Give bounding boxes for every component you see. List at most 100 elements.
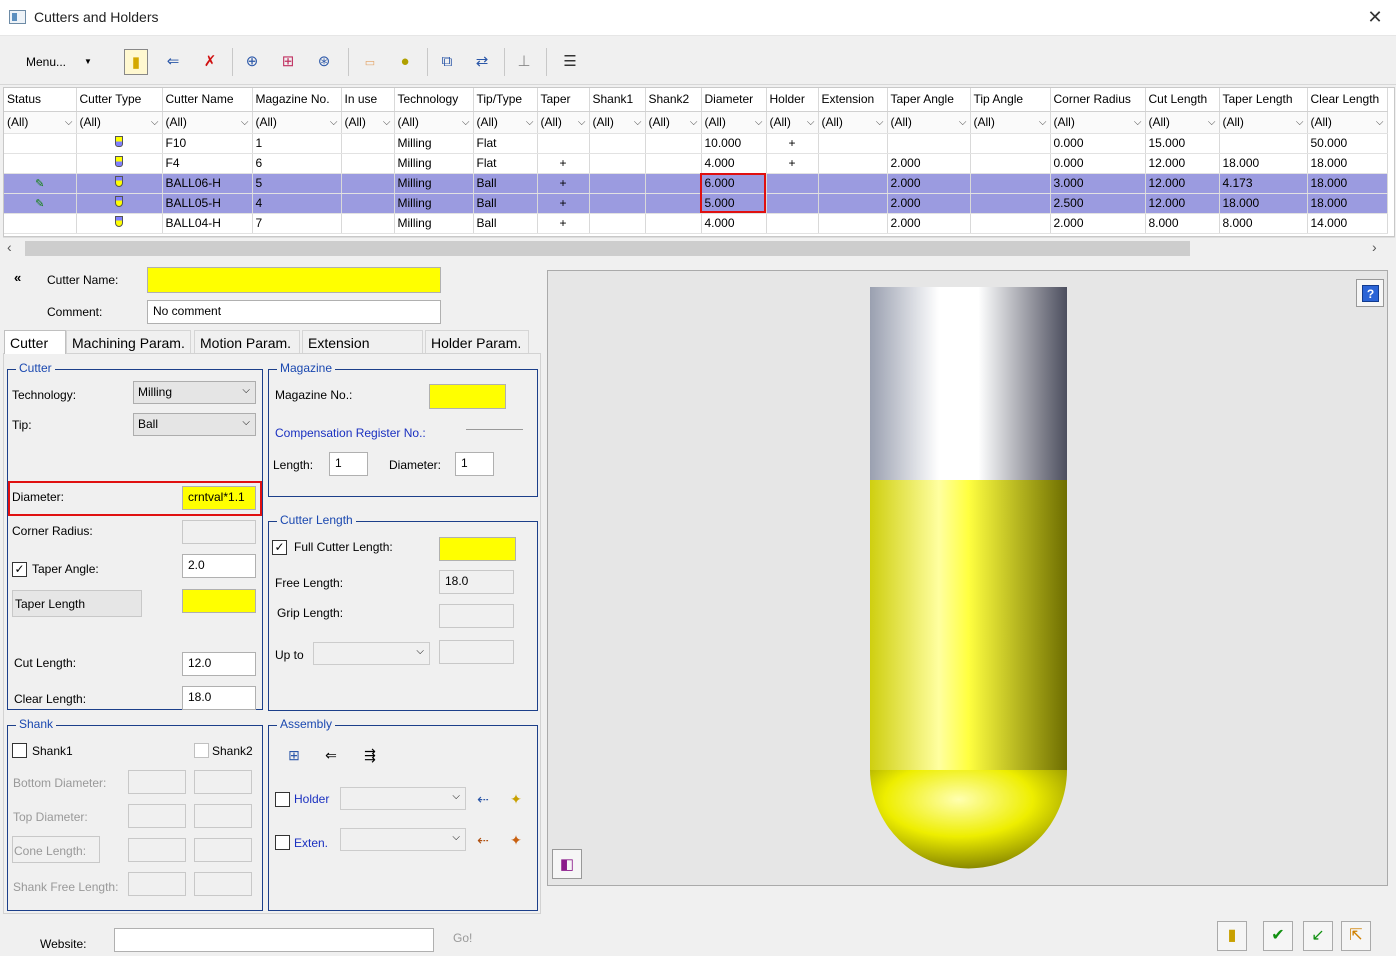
extension-checkbox[interactable] (275, 835, 290, 850)
column-filter[interactable]: (All) ⌵ (1145, 111, 1220, 134)
column-header[interactable]: Shank2 (645, 88, 702, 112)
column-header[interactable]: Cutter Type (76, 88, 163, 112)
column-filter[interactable]: (All) ⌵ (4, 111, 77, 134)
add-multi-cutter-icon[interactable]: ⊞ (276, 49, 300, 75)
column-filter[interactable]: (All) ⌵ (589, 111, 646, 134)
cone-length-button[interactable]: Cone Length: (12, 836, 100, 863)
table-row[interactable]: BALL04-H 7 Milling Ball +4.000 2.000 2.000 8.00… (4, 213, 1388, 234)
tip-select[interactable]: Ball ⌵ (133, 413, 256, 436)
column-filter[interactable]: (All) ⌵ (766, 111, 819, 134)
column-filter[interactable]: (All) ⌵ (645, 111, 702, 134)
comment-input[interactable]: No comment (147, 300, 441, 324)
up-to-select[interactable]: ⌵ (313, 642, 430, 665)
export-assembly-icon[interactable]: ⇶ (359, 744, 381, 766)
holder-select[interactable]: ⌵ (340, 787, 466, 810)
website-input[interactable] (114, 928, 434, 952)
taper-angle-checkbox[interactable]: ✓ (12, 562, 27, 577)
taper-length-button[interactable]: Taper Length (12, 590, 142, 617)
up-to-input[interactable] (439, 640, 514, 664)
scroll-right-icon[interactable]: › (1372, 239, 1377, 255)
column-filter[interactable]: (All) ⌵ (394, 111, 474, 134)
copy-cutter-icon[interactable]: ⧉ (435, 49, 459, 75)
column-header[interactable]: Taper (537, 88, 590, 112)
clear-length-input[interactable]: 18.0 (182, 686, 256, 710)
grip-length-input[interactable] (439, 604, 514, 628)
apply-check-icon[interactable]: ↙ (1303, 921, 1333, 951)
column-filter[interactable]: (All) ⌵ (537, 111, 590, 134)
column-header[interactable]: Holder (766, 88, 819, 112)
full-cutter-length-input[interactable] (439, 537, 516, 561)
shank1-checkbox[interactable] (12, 743, 27, 758)
top-diameter-input-1[interactable] (128, 804, 186, 828)
full-cutter-length-checkbox[interactable]: ✓ (272, 540, 287, 555)
free-length-input[interactable]: 18.0 (439, 570, 514, 594)
notes-icon[interactable]: ▭ (358, 49, 382, 75)
holder-checkbox[interactable] (275, 792, 290, 807)
shank2-checkbox[interactable] (194, 743, 209, 758)
swap-cutter-icon[interactable]: ⇄ (470, 49, 494, 75)
scroll-left-icon[interactable]: ‹ (7, 239, 12, 255)
column-header[interactable]: Extension (818, 88, 888, 112)
column-filter[interactable]: (All) ⌵ (341, 111, 395, 134)
tab-extension-param[interactable]: Extension Param. (302, 330, 423, 375)
view-cube-icon[interactable]: ◧ (552, 849, 582, 879)
bottom-diameter-input-2[interactable] (194, 770, 252, 794)
top-diameter-input-2[interactable] (194, 804, 252, 828)
column-header[interactable]: Cutter Name (162, 88, 253, 112)
column-header[interactable]: Tip Angle (970, 88, 1051, 112)
cone-length-input-1[interactable] (128, 838, 186, 862)
cutter-name-input[interactable] (147, 267, 441, 293)
column-header[interactable]: Technology (394, 88, 474, 112)
column-header[interactable]: Tip/Type (473, 88, 538, 112)
column-header[interactable]: Cut Length (1145, 88, 1220, 112)
diameter-input[interactable]: crntval*1.1 (182, 486, 256, 510)
column-filter[interactable]: (All) ⌵ (76, 111, 163, 134)
column-filter[interactable]: (All) ⌵ (887, 111, 971, 134)
import-cutter-icon[interactable]: ⇐ (161, 49, 185, 75)
extension-new-icon[interactable]: ✦ (505, 829, 527, 851)
column-header[interactable]: Status (4, 88, 77, 112)
extension-select[interactable]: ⌵ (340, 828, 466, 851)
taper-angle-input[interactable]: 2.0 (182, 554, 256, 578)
ok-check-icon[interactable]: ✔ (1263, 921, 1293, 951)
add-cutter-icon[interactable]: ⊕ (240, 49, 264, 75)
bottom-diameter-input-1[interactable] (128, 770, 186, 794)
add-circle-icon[interactable]: ● (393, 49, 417, 75)
menu-button[interactable]: Menu... ▼ (18, 51, 98, 73)
tab-cutter[interactable]: Cutter (4, 330, 66, 354)
tab-machining-param[interactable]: Machining Param. (66, 330, 191, 354)
holder-import-icon[interactable]: ⇠ (472, 788, 494, 810)
scroll-thumb[interactable] (25, 241, 1190, 256)
help-button[interactable]: ? (1356, 279, 1384, 307)
clear-filter-icon[interactable]: ⊥ (512, 49, 536, 75)
column-filter[interactable]: (All) ⌵ (701, 111, 767, 134)
comp-diameter-input[interactable]: 1 (455, 452, 494, 476)
column-filter[interactable]: (All) ⌵ (252, 111, 342, 134)
assemble-icon[interactable]: ⊞ (283, 744, 305, 766)
column-header[interactable]: Magazine No. (252, 88, 342, 112)
column-filter[interactable]: (All) ⌵ (970, 111, 1051, 134)
column-filter[interactable]: (All) ⌵ (818, 111, 888, 134)
tab-holder-param[interactable]: Holder Param. (425, 330, 529, 354)
table-row[interactable]: ✎ BALL06-H 5 Milling Ball +6.000 2.000 3.000 12.… (4, 173, 1388, 194)
cutter-icon[interactable]: ▮ (1217, 921, 1247, 951)
horizontal-scrollbar[interactable]: ‹ › (3, 237, 1395, 257)
tab-motion-param[interactable]: Motion Param. (194, 330, 300, 354)
collapse-icon[interactable]: « (14, 270, 21, 285)
cone-length-input-2[interactable] (194, 838, 252, 862)
technology-select[interactable]: Milling ⌵ (133, 381, 256, 404)
go-button[interactable]: Go! (453, 931, 472, 945)
column-header[interactable]: Taper Angle (887, 88, 971, 112)
table-row[interactable]: F10 1 Milling Flat 10.000 +0.000 15.000 50.000 (4, 133, 1388, 154)
column-filter[interactable]: (All) ⌵ (162, 111, 253, 134)
settings-icon[interactable]: ☰ (558, 49, 582, 75)
corner-radius-input[interactable] (182, 520, 256, 544)
extension-import-icon[interactable]: ⇠ (472, 829, 494, 851)
magazine-no-input[interactable] (429, 384, 506, 409)
import-assembly-icon[interactable]: ⇐ (320, 744, 342, 766)
column-header[interactable]: In use (341, 88, 395, 112)
column-header[interactable]: Shank1 (589, 88, 646, 112)
comp-length-input[interactable]: 1 (329, 452, 368, 476)
export-icon[interactable]: ⇱ (1341, 921, 1371, 951)
column-filter[interactable]: (All) ⌵ (1307, 111, 1388, 134)
